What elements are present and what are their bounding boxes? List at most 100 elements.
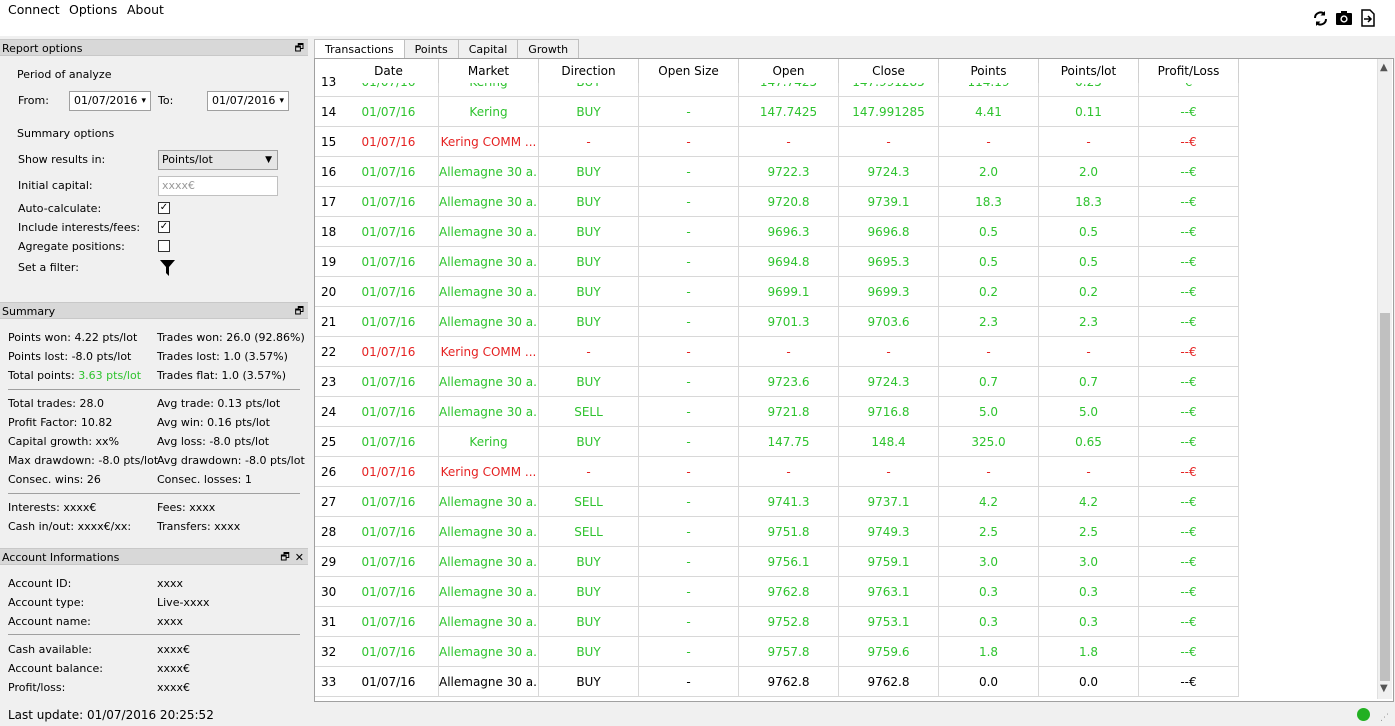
cell-profit-loss[interactable]: --€ [1139, 397, 1239, 427]
cell-profit-loss[interactable]: --€ [1139, 547, 1239, 577]
cell-date[interactable]: 01/07/16 [339, 217, 439, 247]
cell-open-size[interactable]: - [639, 187, 739, 217]
cell-open-size[interactable]: - [639, 307, 739, 337]
show-results-select[interactable]: Points/lot ▼ [158, 150, 278, 170]
cell-points-per-lot[interactable]: 0.3 [1039, 607, 1139, 637]
cell-profit-loss[interactable]: --€ [1139, 277, 1239, 307]
cell-close[interactable]: 9695.3 [839, 247, 939, 277]
cell-open-size[interactable]: - [639, 337, 739, 367]
cell-market[interactable]: Allemagne 30 a... [439, 307, 539, 337]
cell-close[interactable]: 148.4 [839, 427, 939, 457]
cell-direction[interactable]: BUY [539, 277, 639, 307]
cell-market[interactable]: Allemagne 30 a... [439, 577, 539, 607]
cell-open-size[interactable]: - [639, 427, 739, 457]
cell-open-size[interactable]: - [639, 637, 739, 667]
vertical-scrollbar[interactable]: ▲ ▼ [1377, 59, 1392, 699]
tab-growth[interactable]: Growth [517, 39, 580, 58]
cell-close[interactable]: 9762.8 [839, 667, 939, 697]
chevron-down-icon[interactable]: ▾ [141, 92, 146, 110]
cell-date[interactable]: 01/07/16 [339, 547, 439, 577]
cell-date[interactable]: 01/07/16 [339, 337, 439, 367]
cell-points[interactable]: 2.3 [939, 307, 1039, 337]
cell-open[interactable]: 9752.8 [739, 607, 839, 637]
cell-close[interactable]: - [839, 127, 939, 157]
cell-close[interactable]: 9753.1 [839, 607, 939, 637]
cell-open[interactable]: - [739, 457, 839, 487]
cell-direction[interactable]: BUY [539, 367, 639, 397]
menu-options[interactable]: Options [69, 2, 117, 17]
include-fees-checkbox[interactable]: ✓ [158, 221, 170, 233]
column-header-profit-loss[interactable]: Profit/Loss [1139, 59, 1239, 83]
cell-open[interactable]: 9762.8 [739, 667, 839, 697]
cell-market[interactable]: Allemagne 30 a... [439, 157, 539, 187]
cell-market[interactable]: Allemagne 30 a... [439, 187, 539, 217]
cell-points-per-lot[interactable]: 0.0 [1039, 667, 1139, 697]
cell-points-per-lot[interactable]: 0.5 [1039, 247, 1139, 277]
tab-transactions[interactable]: Transactions [314, 39, 405, 59]
menu-about[interactable]: About [127, 2, 164, 17]
cell-points[interactable]: 2.5 [939, 517, 1039, 547]
cell-open-size[interactable]: - [639, 607, 739, 637]
cell-direction[interactable]: BUY [539, 157, 639, 187]
cell-open[interactable]: - [739, 127, 839, 157]
cell-close[interactable]: - [839, 457, 939, 487]
column-header-date[interactable]: Date [339, 59, 439, 83]
cell-points[interactable]: - [939, 457, 1039, 487]
cell-open[interactable]: 9722.3 [739, 157, 839, 187]
refresh-icon[interactable] [1311, 9, 1329, 27]
column-header-points[interactable]: Points [939, 59, 1039, 83]
scroll-up-icon[interactable]: ▲ [1380, 62, 1388, 73]
cell-direction[interactable]: SELL [539, 397, 639, 427]
column-header-close[interactable]: Close [839, 59, 939, 83]
cell-open[interactable]: 9757.8 [739, 637, 839, 667]
cell-date[interactable]: 01/07/16 [339, 427, 439, 457]
cell-points-per-lot[interactable]: 0.5 [1039, 217, 1139, 247]
cell-date[interactable]: 01/07/16 [339, 487, 439, 517]
cell-market[interactable]: Allemagne 30 a... [439, 667, 539, 697]
cell-points-per-lot[interactable]: 1.8 [1039, 637, 1139, 667]
cell-direction[interactable]: SELL [539, 487, 639, 517]
cell-market[interactable]: Kering COMM ... [439, 457, 539, 487]
cell-open-size[interactable]: - [639, 667, 739, 697]
filter-icon[interactable] [160, 260, 175, 279]
cell-date[interactable]: 01/07/16 [339, 637, 439, 667]
cell-open-size[interactable]: - [639, 127, 739, 157]
cell-close[interactable]: 9759.6 [839, 637, 939, 667]
cell-open[interactable]: 9741.3 [739, 487, 839, 517]
cell-points[interactable]: 1.8 [939, 637, 1039, 667]
cell-date[interactable]: 01/07/16 [339, 97, 439, 127]
cell-points[interactable]: 0.7 [939, 367, 1039, 397]
tab-capital[interactable]: Capital [457, 39, 519, 58]
resize-grip-icon[interactable]: ⋰ [1380, 713, 1389, 723]
cell-points-per-lot[interactable]: 3.0 [1039, 547, 1139, 577]
cell-direction[interactable]: BUY [539, 667, 639, 697]
cell-open[interactable]: 9699.1 [739, 277, 839, 307]
camera-icon[interactable] [1335, 9, 1353, 27]
tab-points[interactable]: Points [403, 39, 459, 58]
cell-open-size[interactable]: - [639, 547, 739, 577]
cell-points[interactable]: 0.5 [939, 217, 1039, 247]
cell-close[interactable]: 9716.8 [839, 397, 939, 427]
cell-open[interactable]: 9762.8 [739, 577, 839, 607]
cell-open[interactable]: 9756.1 [739, 547, 839, 577]
cell-direction[interactable]: BUY [539, 217, 639, 247]
cell-points[interactable]: 3.0 [939, 547, 1039, 577]
aggregate-checkbox[interactable] [158, 240, 170, 252]
cell-close[interactable]: 9724.3 [839, 367, 939, 397]
cell-market[interactable]: Kering [439, 97, 539, 127]
cell-market[interactable]: Allemagne 30 a... [439, 247, 539, 277]
scroll-down-icon[interactable]: ▼ [1380, 683, 1388, 694]
cell-open[interactable]: 9701.3 [739, 307, 839, 337]
float-panel-icon[interactable]: 🗗 [295, 40, 304, 57]
cell-direction[interactable]: BUY [539, 247, 639, 277]
cell-profit-loss[interactable]: --€ [1139, 217, 1239, 247]
cell-close[interactable]: 9699.3 [839, 277, 939, 307]
cell-direction[interactable]: - [539, 337, 639, 367]
column-header-direction[interactable]: Direction [539, 59, 639, 83]
cell-date[interactable]: 01/07/16 [339, 367, 439, 397]
to-date-field[interactable]: 01/07/2016 ▾ [207, 91, 289, 111]
cell-points-per-lot[interactable]: 4.2 [1039, 487, 1139, 517]
cell-market[interactable]: Allemagne 30 a... [439, 517, 539, 547]
cell-points[interactable]: 0.3 [939, 577, 1039, 607]
cell-points[interactable]: 4.41 [939, 97, 1039, 127]
